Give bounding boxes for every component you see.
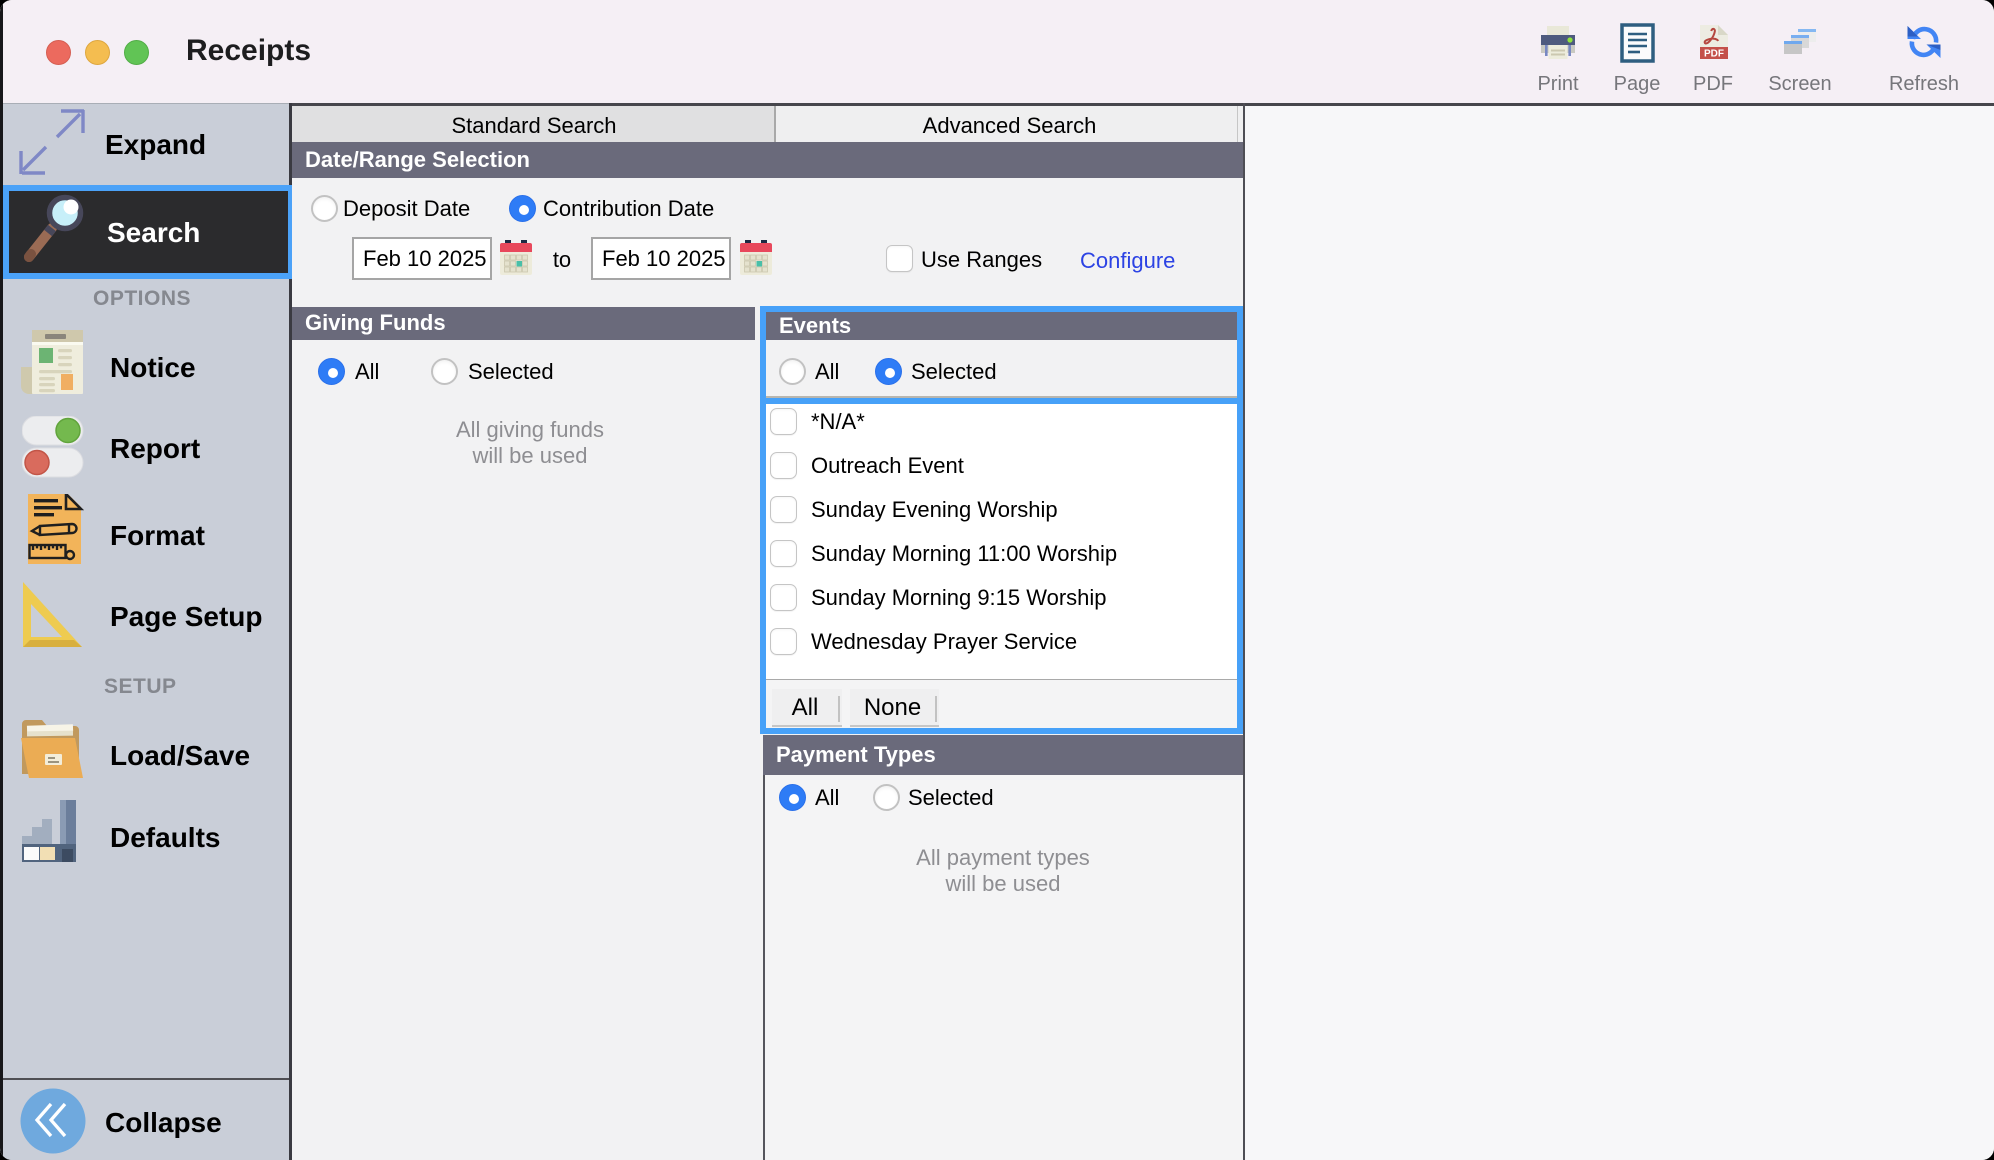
svg-text:PDF: PDF <box>1704 49 1724 60</box>
